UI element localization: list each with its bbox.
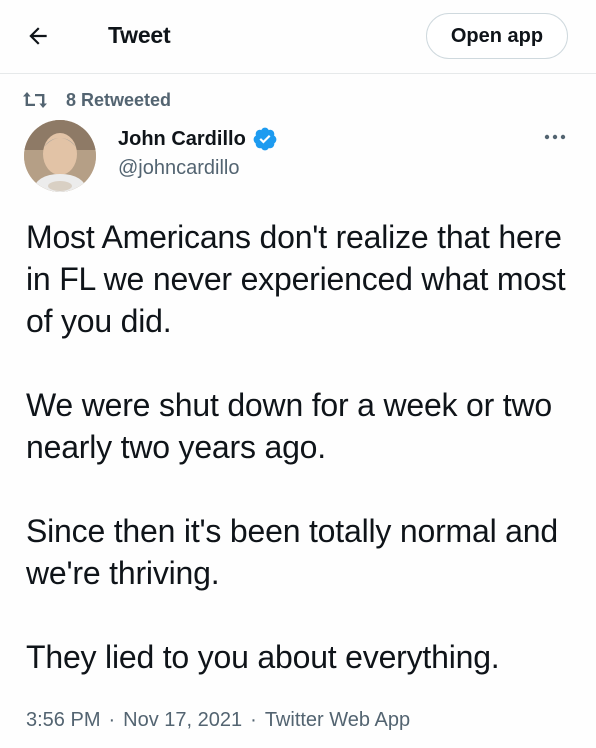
meta-separator: · (250, 709, 257, 731)
author-handle[interactable]: @johncardillo (118, 157, 239, 180)
more-horizontal-icon (543, 128, 567, 146)
tweet-paragraph: We were shut down for a week or two near… (26, 387, 552, 465)
tweet-paragraph: Most Americans don't realize that here i… (26, 219, 566, 339)
back-button[interactable] (20, 20, 56, 56)
tweet-paragraph: Since then it's been totally normal and … (26, 513, 558, 591)
tweet-text: Most Americans don't realize that here i… (26, 216, 578, 678)
retweet-icon (22, 89, 48, 111)
verified-badge-icon (252, 126, 278, 152)
retweet-label: 8 Retweeted (66, 89, 172, 110)
tweet-metadata: 3:56 PM · Nov 17, 2021 · Twitter Web App (26, 709, 410, 732)
retweet-context: 8 Retweeted (22, 88, 171, 112)
open-app-button[interactable]: Open app (426, 13, 568, 59)
more-options-button[interactable] (540, 128, 570, 146)
avatar[interactable] (24, 120, 96, 192)
arrow-left-icon (25, 23, 51, 54)
tweet-page: Tweet Open app 8 Retweeted John Cardillo (0, 0, 596, 748)
meta-separator: · (108, 709, 116, 731)
tweet-date[interactable]: Nov 17, 2021 (123, 709, 242, 732)
tweet-paragraph: They lied to you about everything. (26, 639, 500, 675)
top-bar: Tweet Open app (0, 0, 596, 74)
tweet-source[interactable]: Twitter Web App (265, 709, 410, 732)
author-name-text: John Cardillo (118, 127, 246, 150)
tweet-time[interactable]: 3:56 PM (26, 709, 100, 732)
author-name[interactable]: John Cardillo (118, 126, 278, 152)
page-title: Tweet (108, 22, 171, 48)
